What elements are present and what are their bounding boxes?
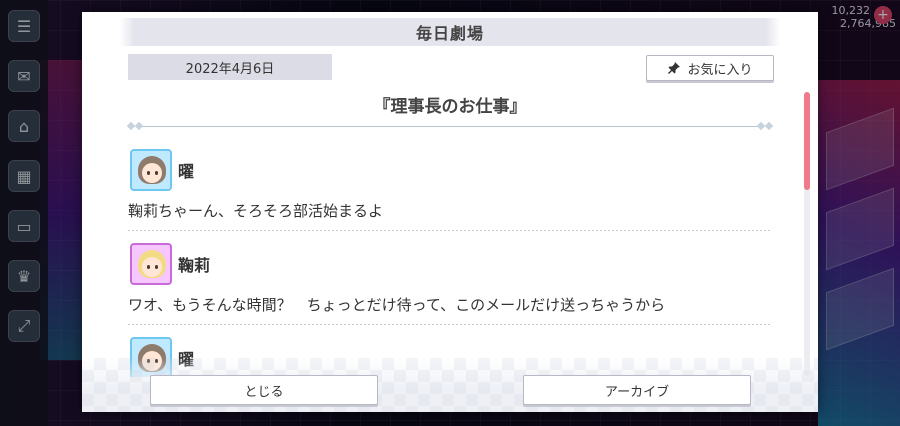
divider-line <box>138 126 762 127</box>
daily-theater-dialog: 毎日劇場 2022年4月6日 お気に入り 『理事長のお仕事』 曜 鞠莉ちゃーん、… <box>82 12 818 412</box>
close-button[interactable]: とじる <box>150 375 378 405</box>
date-label: 2022年4月6日 <box>128 54 332 80</box>
dialogue-entry: 曜 鞠莉ちゃーん、そろそろ部活始まるよ <box>128 142 772 236</box>
dialogue-line: 鞠莉ちゃーん、そろそろ部活始まるよ <box>128 202 384 220</box>
speaker-name: 曜 <box>178 162 195 181</box>
divider-gem <box>764 121 774 131</box>
speaker-row: 鞠莉 <box>130 242 210 286</box>
archive-button[interactable]: アーカイブ <box>523 375 751 405</box>
dialogue-list[interactable]: 曜 鞠莉ちゃーん、そろそろ部活始まるよ 鞠莉 ワオ、もうそんな時間？ ちょっとだ… <box>128 142 772 377</box>
scrollbar[interactable] <box>804 92 810 376</box>
pin-icon <box>668 62 681 74</box>
speaker-row: 曜 <box>130 148 194 192</box>
dialogue-separator <box>128 230 772 231</box>
favorite-button[interactable]: お気に入り <box>646 55 774 81</box>
dialogue-line: ワオ、もうそんな時間？ ちょっとだけ待って、このメールだけ送っちゃうから <box>128 296 666 314</box>
mari-avatar <box>130 243 172 285</box>
favorite-button-label: お気に入り <box>687 62 753 78</box>
speaker-name: 鞠莉 <box>178 256 211 275</box>
scrollbar-thumb[interactable] <box>804 92 810 190</box>
dialogue-entry: 鞠莉 ワオ、もうそんな時間？ ちょっとだけ待って、このメールだけ送っちゃうから <box>128 236 772 330</box>
divider-gem <box>134 121 144 131</box>
you-avatar <box>130 149 172 191</box>
dialogue-separator <box>128 324 772 325</box>
title-divider <box>126 121 774 132</box>
dialog-title: 毎日劇場 <box>120 18 780 46</box>
episode-title: 『理事長のお仕事』 <box>373 97 527 117</box>
